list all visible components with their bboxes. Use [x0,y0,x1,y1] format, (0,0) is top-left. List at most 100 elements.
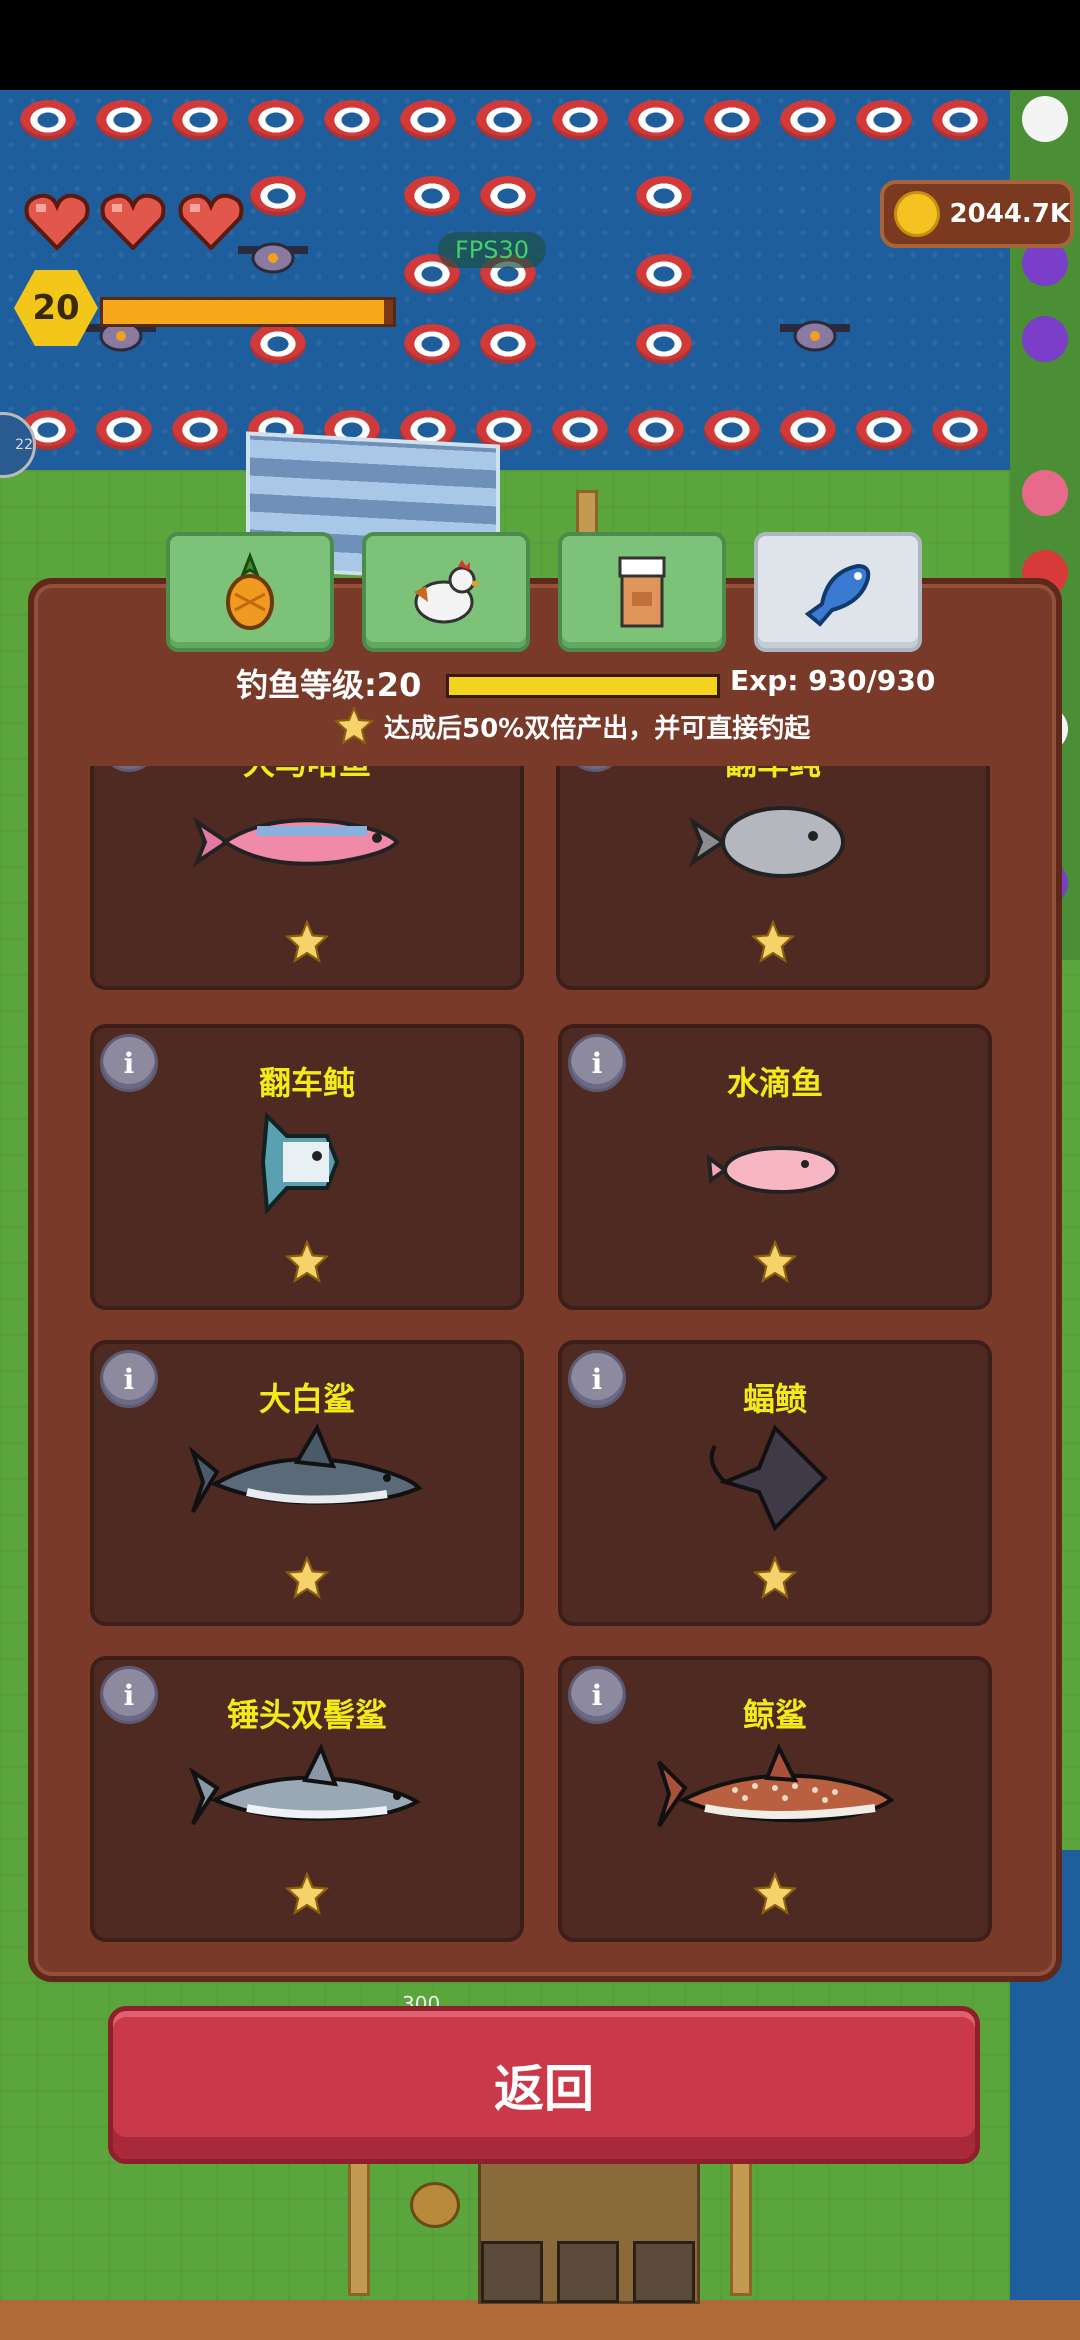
fish-card[interactable]: i 翻车鲀 [90,1024,524,1310]
bonus-text: 达成后50%双倍产出，并可直接钓起 [384,713,811,744]
life-ring [636,176,692,216]
life-ring [552,410,608,450]
bonus-hint: 达成后50%双倍产出，并可直接钓起 [334,706,810,746]
fishing-level-fill [449,677,717,695]
heart-icon [178,193,244,250]
star-icon [753,1556,797,1600]
life-ring [404,176,460,216]
fish-icon [804,563,871,627]
life-ring [250,324,306,364]
life-ring [780,100,836,140]
life-ring [172,410,228,450]
fish-name: 翻车鲀 [560,766,986,784]
drone-icon [780,320,850,352]
return-button[interactable]: 返回 [108,2006,980,2164]
storage-crates [478,2158,700,2304]
chicken-icon [414,560,482,624]
life-ring [172,100,228,140]
life-ring [20,100,76,140]
fish-card[interactable]: i 锤头双髻鲨 [90,1656,524,1942]
fish-card[interactable]: i 翻车鲀 [556,766,990,990]
life-ring [856,100,912,140]
crate [633,2241,695,2303]
tab-animals[interactable] [362,532,530,652]
star-icon [753,1872,797,1916]
player-xp-fill [103,300,385,324]
star-icon [285,1240,329,1284]
drone-icon [238,242,308,274]
player-xp-bar [100,297,396,327]
coin-counter[interactable]: 2044.7K [880,180,1074,248]
dirt-path [0,2300,1080,2340]
coin-icon [894,191,940,237]
life-ring [96,410,152,450]
crate [481,2241,543,2303]
salmon-icon [192,816,400,868]
life-ring [636,254,692,294]
fence-post [730,2150,752,2296]
fence-post [348,2150,370,2296]
life-ring [552,100,608,140]
star-icon [285,920,329,964]
star-icon [753,1240,797,1284]
life-ring [480,324,536,364]
life-ring [856,410,912,450]
fishing-exp-label: Exp: 930/930 [730,664,936,697]
blobfish-icon [706,1146,839,1194]
fish-name: 锤头双髻鲨 [226,1696,387,1734]
sunfish-icon [260,1111,340,1215]
whale-shark-icon [657,1743,895,1828]
life-ring [250,176,306,216]
fish-name: 水滴鱼 [726,1064,823,1102]
clay-pot [410,2182,460,2228]
fish-card[interactable]: i 水滴鱼 [558,1024,992,1310]
life-ring [932,100,988,140]
jar-icon [618,556,666,628]
fish-name: 鲸鲨 [742,1696,807,1734]
star-icon [285,1872,329,1916]
life-ring [476,100,532,140]
fish-name: 蝠鲼 [742,1380,807,1418]
manta-ray-icon [709,1424,828,1532]
fish-card[interactable]: i 蝠鲼 [558,1340,992,1626]
fish-name: 大白鲨 [258,1380,355,1418]
life-ring [932,410,988,450]
star-icon [285,1556,329,1600]
tab-farm[interactable] [166,532,334,652]
life-ring [324,100,380,140]
great-white-shark-icon [188,1423,423,1514]
fishing-level-bar [446,674,720,698]
heart-icon [24,193,90,250]
piranha-icon [688,806,845,878]
hammerhead-shark-icon [188,1743,421,1826]
flower [1022,316,1068,362]
life-ring [628,410,684,450]
fps-counter: FPS30 [438,232,546,268]
star-icon [751,920,795,964]
status-bar [0,0,1080,90]
tab-fishing[interactable] [754,532,922,652]
life-ring [248,100,304,140]
fish-card[interactable]: i 鲸鲨 [558,1656,992,1942]
fish-name: 翻车鲀 [258,1064,355,1102]
flower [1022,96,1068,142]
star-icon [334,706,374,746]
life-ring [96,100,152,140]
life-ring [628,100,684,140]
heart-icon [100,193,166,250]
life-ring [780,410,836,450]
life-ring [704,100,760,140]
fish-card[interactable]: i 大白鲨 [90,1340,524,1626]
flower [1022,470,1068,516]
fish-grid-scroll-top[interactable]: i 大马哈鱼 i 翻车鲀 [86,766,1006,996]
life-ring [704,410,760,450]
pineapple-icon [226,552,274,630]
life-ring [404,324,460,364]
crate [557,2241,619,2303]
fish-name: 大马哈鱼 [94,766,520,784]
fish-card[interactable]: i 大马哈鱼 [90,766,524,990]
coin-amount: 2044.7K [949,199,1070,229]
tab-storage[interactable] [558,532,726,652]
life-ring [636,324,692,364]
life-ring [400,100,456,140]
